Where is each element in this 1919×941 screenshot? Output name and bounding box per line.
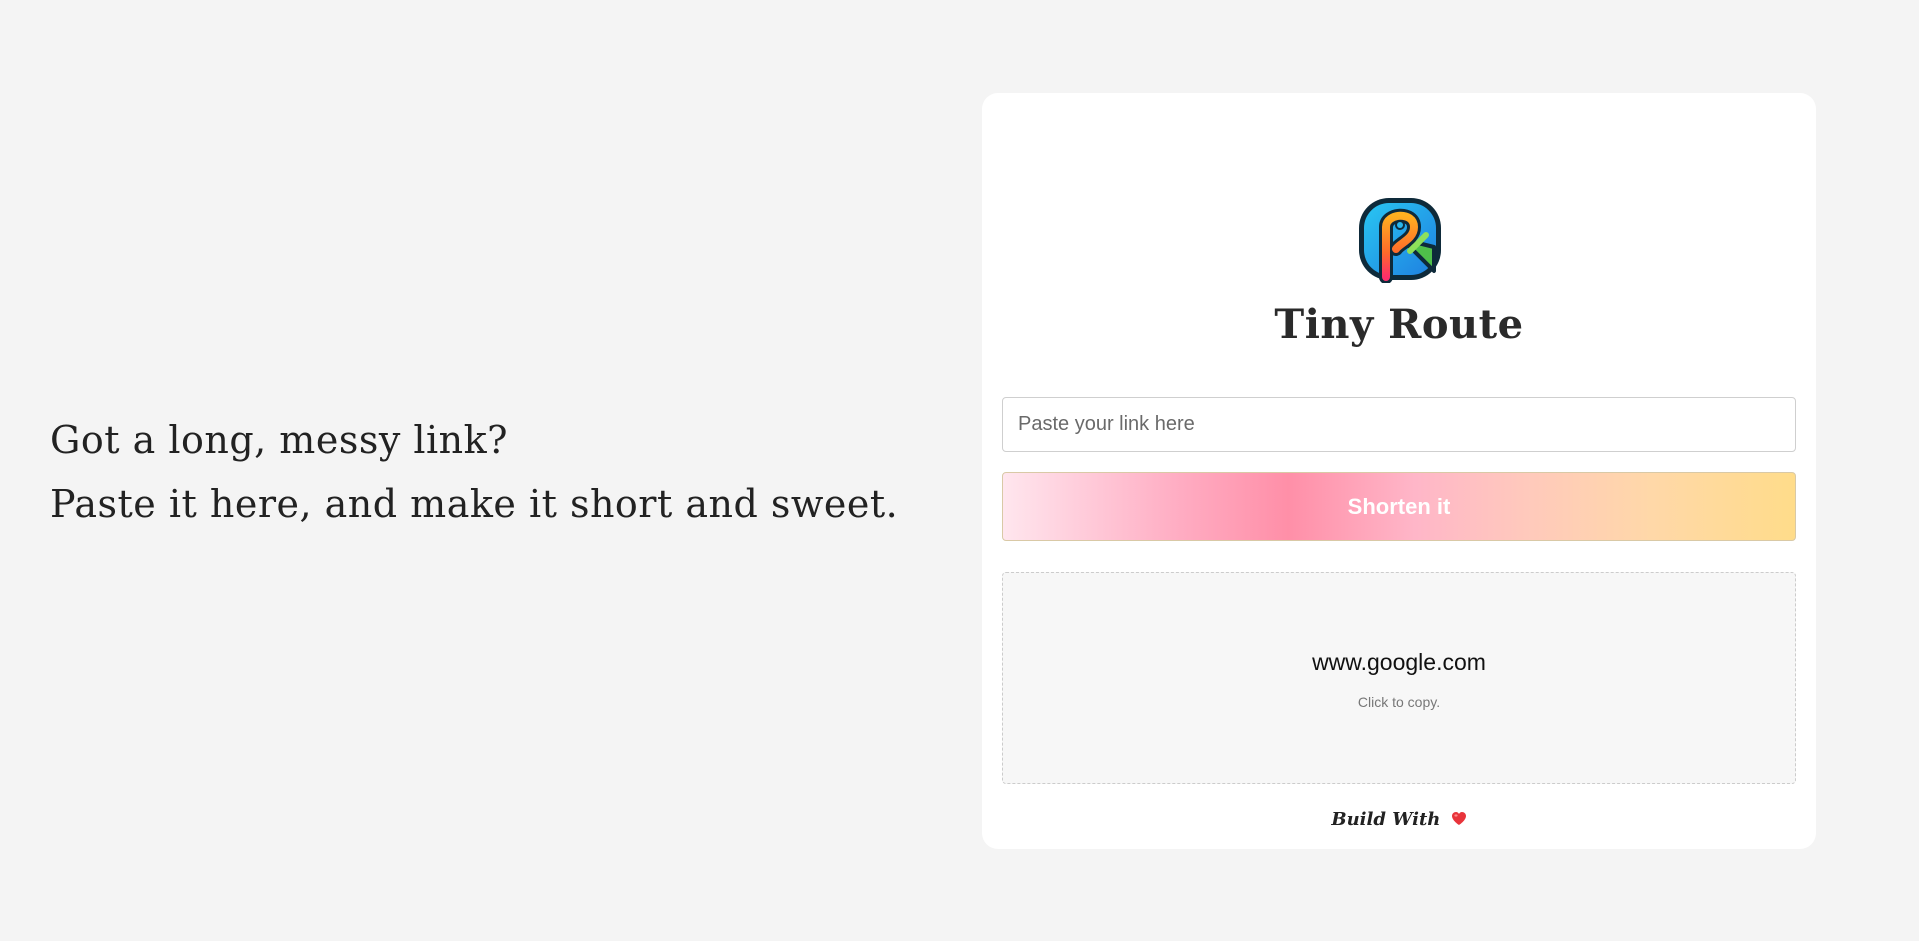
copy-hint: Click to copy. <box>1357 694 1441 710</box>
shortener-card: Tiny Route Shorten it www.google.com Cli… <box>982 93 1816 849</box>
route-pin-icon <box>1359 198 1441 283</box>
link-input[interactable] <box>1002 397 1796 452</box>
brand-title: Tiny Route <box>1274 301 1524 348</box>
heart-icon <box>1451 812 1466 825</box>
hero-line-1: Got a long, messy link? <box>50 418 509 462</box>
short-url-text[interactable]: www.google.com <box>1003 649 1795 676</box>
footer-credit: Build With <box>982 809 1816 830</box>
short-url-result[interactable]: www.google.com Click to copy. <box>1002 572 1796 784</box>
footer-text: Build With <box>1331 809 1441 830</box>
hero-line-2: Paste it here, and make it short and swe… <box>50 482 899 526</box>
shorten-button[interactable]: Shorten it <box>1002 472 1796 541</box>
hero-tagline: Got a long, messy link? Paste it here, a… <box>50 408 898 536</box>
